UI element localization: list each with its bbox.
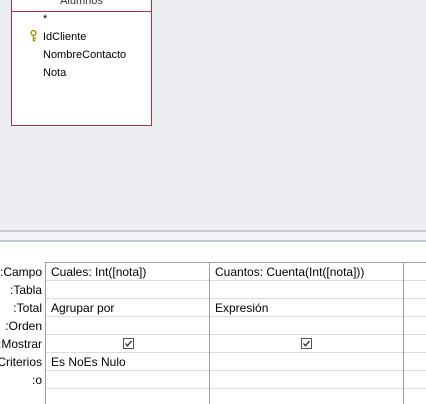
campo-cell[interactable]: Cuantos: Cuenta(Int([nota])) (210, 263, 403, 281)
o-cell[interactable] (46, 371, 209, 389)
row-label-mostrar: Mostrar: (0, 337, 42, 351)
total-cell[interactable]: Expresión (210, 299, 403, 317)
o-cell[interactable] (404, 371, 426, 389)
grid-column-3 (403, 263, 426, 404)
mostrar-checkbox[interactable] (123, 338, 134, 349)
checkmark-icon (303, 340, 310, 347)
table-title[interactable]: Alumnos (12, 0, 151, 12)
row-label-total: Total: (13, 301, 42, 315)
tabla-cell[interactable] (46, 281, 209, 299)
primary-key-icon (30, 30, 37, 42)
o-cell[interactable] (210, 371, 403, 389)
field-nota[interactable]: Nota (43, 66, 66, 80)
mostrar-cell[interactable] (404, 335, 426, 353)
pane-splitter[interactable] (0, 230, 426, 242)
mostrar-cell (210, 335, 403, 353)
total-cell[interactable] (404, 299, 426, 317)
orden-cell[interactable] (210, 317, 403, 335)
tabla-cell[interactable] (404, 281, 426, 299)
field-nombrecontacto[interactable]: NombreContacto (43, 48, 126, 62)
grid-column-2: Cuantos: Cuenta(Int([nota])) Expresión (209, 263, 403, 404)
campo-cell[interactable] (404, 263, 426, 281)
grid-column-1: Cuales: Int([nota]) Agrupar por Es NoEs … (45, 263, 209, 404)
field-idcliente[interactable]: IdCliente (43, 30, 86, 44)
row-label-campo: Campo: (0, 265, 42, 279)
orden-cell[interactable] (46, 317, 209, 335)
checkmark-icon (125, 340, 132, 347)
total-cell[interactable]: Agrupar por (46, 299, 209, 317)
table-field-list[interactable]: Alumnos * IdCliente NombreContacto Nota (11, 0, 152, 126)
field-all[interactable]: * (43, 12, 47, 26)
grid-row-labels: Campo: Tabla: Total: Orden: Mostrar: Cri… (0, 263, 45, 389)
criterios-cell[interactable] (210, 353, 403, 371)
row-label-criterios: Criterios: (0, 355, 42, 369)
tabla-cell[interactable] (210, 281, 403, 299)
row-label-o: o: (31, 373, 42, 387)
row-label-tabla: Tabla: (9, 283, 42, 297)
orden-cell[interactable] (404, 317, 426, 335)
mostrar-checkbox[interactable] (301, 338, 312, 349)
campo-cell[interactable]: Cuales: Int([nota]) (46, 263, 209, 281)
query-design-grid: Campo: Tabla: Total: Orden: Mostrar: Cri… (0, 262, 426, 404)
mostrar-cell (46, 335, 209, 353)
table-design-pane: Alumnos * IdCliente NombreContacto Nota (0, 0, 426, 230)
criterios-cell[interactable]: Es NoEs Nulo (46, 353, 209, 371)
criterios-cell[interactable] (404, 353, 426, 371)
row-label-orden: Orden: (5, 319, 42, 333)
